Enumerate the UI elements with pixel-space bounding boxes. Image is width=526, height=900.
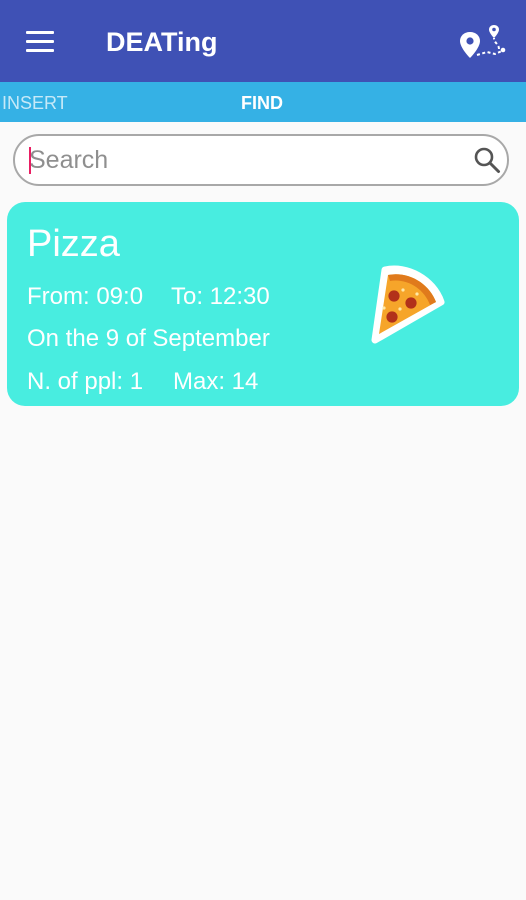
tab-bar: INSERT FIND xyxy=(0,82,526,122)
search-input[interactable] xyxy=(29,143,459,177)
search-bar xyxy=(13,134,509,186)
event-title: Pizza xyxy=(27,223,120,265)
text-cursor xyxy=(29,147,31,174)
hamburger-menu-icon[interactable] xyxy=(24,28,58,54)
app-title: DEATing xyxy=(106,27,218,57)
tab-insert[interactable]: INSERT xyxy=(2,82,68,122)
event-date: On the 9 of September xyxy=(27,325,270,352)
app-bar: DEATing xyxy=(0,0,526,82)
event-card[interactable]: Pizza From: 09:0 To: 12:30 On the 9 of S… xyxy=(7,202,519,406)
search-icon[interactable] xyxy=(473,146,501,174)
event-people-count: N. of ppl: 1 xyxy=(27,368,144,395)
pizza-slice-icon xyxy=(367,262,447,346)
tab-find[interactable]: FIND xyxy=(241,82,283,122)
event-from-time: From: 09:0 xyxy=(27,283,144,310)
map-route-icon[interactable] xyxy=(456,24,512,64)
event-to-time: To: 12:30 xyxy=(171,283,270,310)
event-max-people: Max: 14 xyxy=(173,368,259,395)
